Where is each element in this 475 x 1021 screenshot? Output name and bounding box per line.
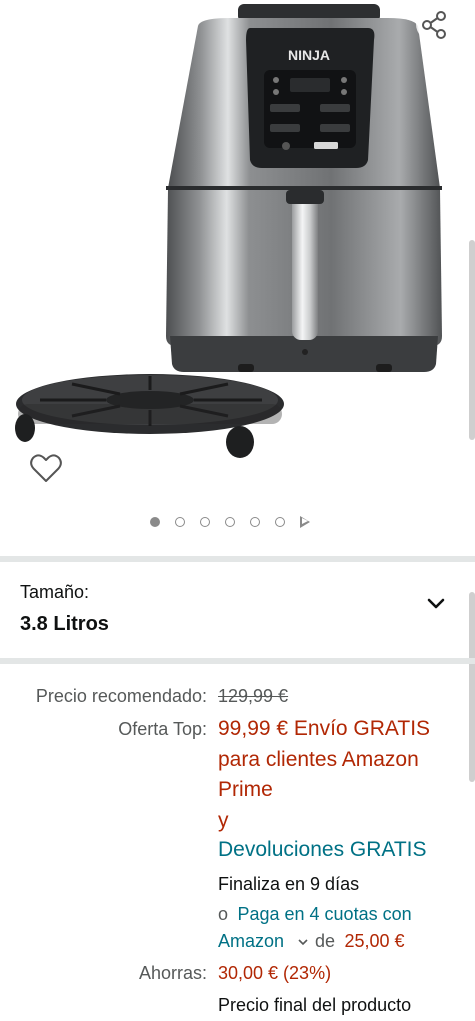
size-label: Tamaño:: [20, 582, 90, 602]
savings-value: 30,00 € (23%): [218, 963, 332, 983]
share-button[interactable]: [416, 6, 452, 42]
brand-logo: NINJA: [288, 47, 330, 63]
free-returns-link[interactable]: Devoluciones GRATIS: [218, 838, 427, 862]
recommended-price: 129,99 €: [218, 686, 289, 706]
offer-shipping-line: para clientes Amazon: [218, 748, 419, 771]
scrollbar-thumb[interactable]: [469, 240, 475, 440]
installments-link[interactable]: Paga en 4 cuotas con: [237, 904, 411, 924]
scrollbar-thumb-2[interactable]: [469, 592, 475, 782]
installments-row: o Paga en 4 cuotas con: [218, 904, 412, 925]
offer-label: Oferta Top:: [118, 719, 207, 739]
heart-icon: [30, 454, 62, 482]
carousel-dot[interactable]: [250, 517, 260, 527]
installments-de: de: [314, 931, 335, 951]
share-icon: [422, 11, 446, 39]
carousel-dot[interactable]: [200, 517, 210, 527]
offer-price-line: 99,99 € Envío GRATIS: [218, 717, 431, 740]
offer-prime-line: Prime: [218, 778, 273, 801]
final-price-text: Precio final del producto: [218, 995, 412, 1015]
wishlist-button[interactable]: [28, 450, 64, 486]
chevron-down-icon[interactable]: [297, 937, 309, 947]
offer-conjunction: y: [218, 809, 229, 832]
chevron-down-icon[interactable]: [424, 592, 448, 616]
carousel-dot-active[interactable]: [150, 517, 160, 527]
product-image[interactable]: NINJA: [0, 0, 475, 548]
product-image-gallery[interactable]: NINJA: [0, 0, 475, 548]
play-icon[interactable]: [300, 516, 310, 528]
carousel-dot[interactable]: [275, 517, 285, 527]
offer-ends-text: Finaliza en 9 días: [218, 874, 360, 894]
image-carousel-dots[interactable]: [150, 514, 310, 530]
installments-prefix: o: [218, 904, 229, 924]
size-value: 3.8 Litros: [20, 613, 109, 635]
carousel-dot[interactable]: [175, 517, 185, 527]
carousel-dot[interactable]: [225, 517, 235, 527]
installments-row-2: Amazon de 25,00 €: [218, 931, 405, 952]
size-selector[interactable]: Tamaño: 3.8 Litros: [0, 566, 475, 658]
recommended-price-label: Precio recomendado:: [35, 686, 207, 706]
section-divider: [0, 556, 475, 562]
section-divider: [0, 658, 475, 664]
savings-label: Ahorras:: [138, 963, 207, 983]
installments-amount: 25,00 €: [344, 931, 405, 951]
installments-link-2[interactable]: Amazon: [218, 931, 284, 951]
